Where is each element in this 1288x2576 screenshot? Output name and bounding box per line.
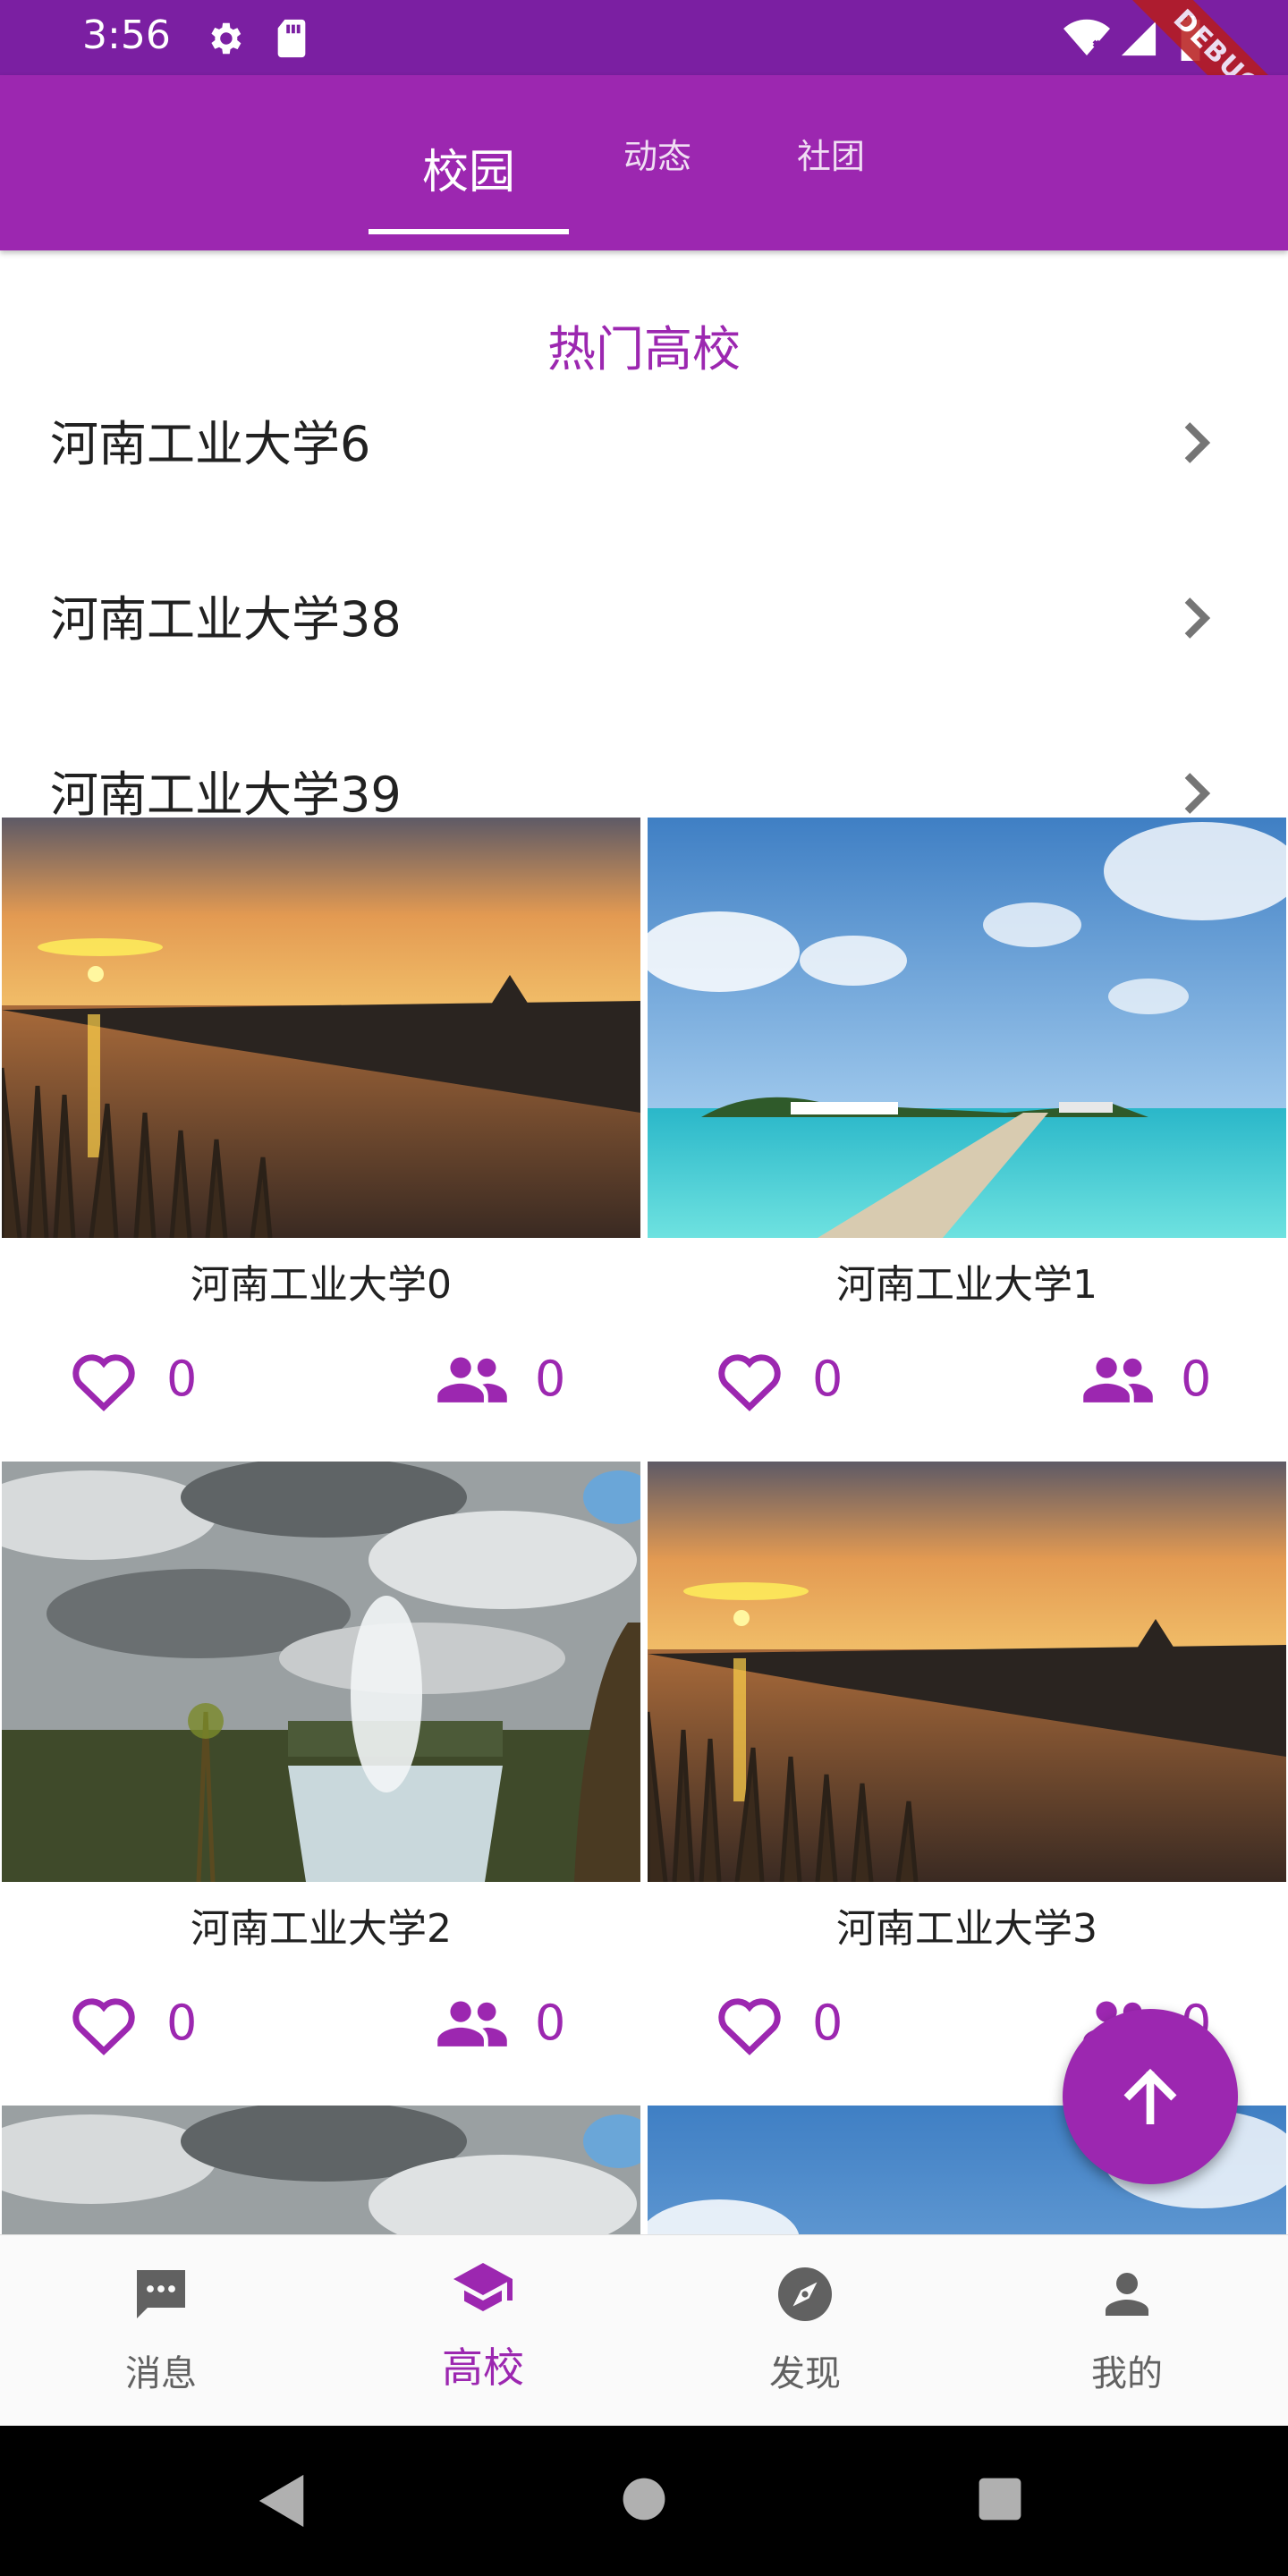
heart-outline-icon[interactable] xyxy=(70,1349,138,1411)
nav-label: 我的 xyxy=(1091,2353,1163,2394)
like-count: 0 xyxy=(166,1351,198,1407)
wifi-icon xyxy=(1063,19,1110,55)
university-name: 河南工业大学3 xyxy=(836,1906,1097,1952)
university-photo xyxy=(648,818,1286,1238)
gear-icon xyxy=(211,22,242,55)
nav-label: 发现 xyxy=(769,2353,841,2394)
tab-indicator xyxy=(369,229,569,234)
app-screen: 3:56 DEBUG 校园 动态 社团 热门高校 河南工业大学6 河南工业大学3… xyxy=(0,0,1288,2576)
like-count: 0 xyxy=(166,1995,198,2051)
people-icon xyxy=(1083,1357,1153,1402)
recent-apps-icon[interactable] xyxy=(977,2476,1023,2522)
hot-item-label: 河南工业大学6 xyxy=(50,416,371,472)
university-card[interactable] xyxy=(2,2106,640,2234)
university-card[interactable]: 河南工业大学2 0 0 xyxy=(2,1462,640,2100)
scroll-to-top-button[interactable] xyxy=(1063,2009,1238,2184)
chevron-right-icon xyxy=(1184,773,1211,814)
hot-section-title: 热门高校 xyxy=(547,321,741,377)
people-icon xyxy=(437,1357,507,1402)
university-name: 河南工业大学0 xyxy=(191,1262,452,1308)
signal-icon xyxy=(1121,21,1157,56)
bottom-navigation: 消息 高校 发现 我的 xyxy=(0,2234,1288,2426)
heart-outline-icon[interactable] xyxy=(716,1993,784,2055)
university-card[interactable]: 河南工业大学0 0 0 xyxy=(2,818,640,1456)
university-name: 河南工业大学1 xyxy=(836,1262,1097,1308)
arrow-up-icon xyxy=(1123,2068,1177,2124)
university-photo xyxy=(2,818,640,1238)
hot-item-label: 河南工业大学38 xyxy=(50,591,402,648)
app-bar: 校园 动态 社团 xyxy=(0,75,1288,250)
hot-list-item[interactable]: 河南工业大学38 xyxy=(0,580,1288,669)
heart-outline-icon[interactable] xyxy=(716,1349,784,1411)
hot-list-item[interactable]: 河南工业大学39 xyxy=(0,755,1288,818)
nav-label: 高校 xyxy=(442,2343,524,2392)
member-count: 0 xyxy=(1181,1351,1212,1407)
home-icon[interactable] xyxy=(621,2476,667,2522)
status-bar: 3:56 DEBUG xyxy=(0,0,1288,171)
university-card[interactable]: 河南工业大学1 0 0 xyxy=(648,818,1286,1456)
tab-moments[interactable]: 动态 xyxy=(608,129,707,178)
back-icon[interactable] xyxy=(256,2472,309,2529)
nav-item-profile[interactable]: 我的 xyxy=(966,2235,1288,2427)
member-count: 0 xyxy=(535,1995,566,2051)
tab-clubs[interactable]: 社团 xyxy=(782,129,880,178)
university-photo xyxy=(2,1462,640,1882)
like-count: 0 xyxy=(812,1351,843,1407)
hot-item-label: 河南工业大学39 xyxy=(50,767,402,818)
university-photo xyxy=(2,2106,640,2234)
status-time: 3:56 xyxy=(82,13,171,58)
nav-item-discover[interactable]: 发现 xyxy=(644,2235,966,2427)
university-photo xyxy=(648,1462,1286,1882)
sd-card-icon xyxy=(277,19,306,58)
people-icon xyxy=(437,2001,507,2046)
system-navigation-bar xyxy=(0,2426,1288,2576)
chat-icon xyxy=(137,2270,185,2318)
tab-campus[interactable]: 校园 xyxy=(369,134,569,201)
chevron-right-icon xyxy=(1184,422,1211,463)
university-name: 河南工业大学2 xyxy=(191,1906,452,1952)
chevron-right-icon xyxy=(1184,597,1211,639)
member-count: 0 xyxy=(535,1351,566,1407)
person-icon xyxy=(1106,2273,1148,2316)
compass-icon xyxy=(778,2267,832,2321)
university-card[interactable]: 河南工业大学3 0 0 xyxy=(648,1462,1286,2100)
nav-item-universities[interactable]: 高校 xyxy=(322,2235,644,2427)
nav-item-messages[interactable]: 消息 xyxy=(0,2235,322,2427)
nav-label: 消息 xyxy=(125,2353,197,2394)
school-icon xyxy=(453,2263,513,2311)
like-count: 0 xyxy=(812,1995,843,2051)
heart-outline-icon[interactable] xyxy=(70,1993,138,2055)
hot-list-item[interactable]: 河南工业大学6 xyxy=(0,404,1288,494)
